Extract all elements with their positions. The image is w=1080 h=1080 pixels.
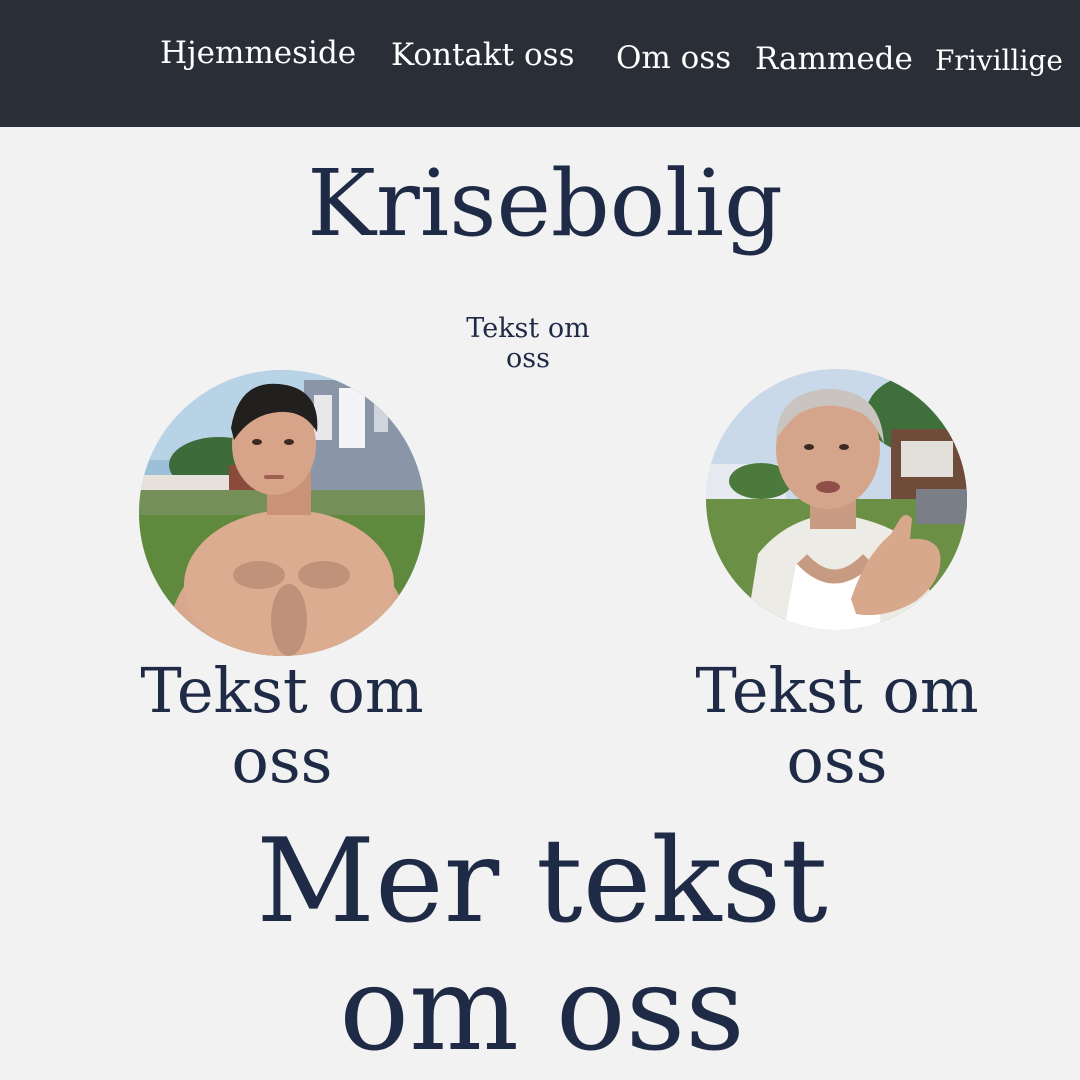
nav-link-volunteers[interactable]: Frivillige [935, 47, 1063, 75]
profile-caption-right: Tekst om oss [695, 654, 979, 797]
person-photo-icon [706, 369, 967, 630]
nav-link-about[interactable]: Om oss [616, 43, 731, 74]
nav-link-home[interactable]: Hjemmeside [160, 38, 356, 69]
more-text-heading: Mer tekst om oss [256, 814, 828, 1077]
nav-link-contact[interactable]: Kontakt oss [391, 40, 574, 71]
nav-link-rammede[interactable]: Rammede [755, 44, 913, 75]
page-title: Krisebolig [307, 150, 783, 257]
top-navigation-bar: Hjemmeside Kontakt oss Om oss Rammede Fr… [0, 0, 1080, 127]
person-photo-icon [139, 370, 425, 656]
profile-photo-left [139, 370, 425, 656]
intro-text: Tekst om oss [466, 313, 590, 374]
profile-photo-right [706, 369, 967, 630]
profile-caption-left: Tekst om oss [140, 654, 424, 797]
